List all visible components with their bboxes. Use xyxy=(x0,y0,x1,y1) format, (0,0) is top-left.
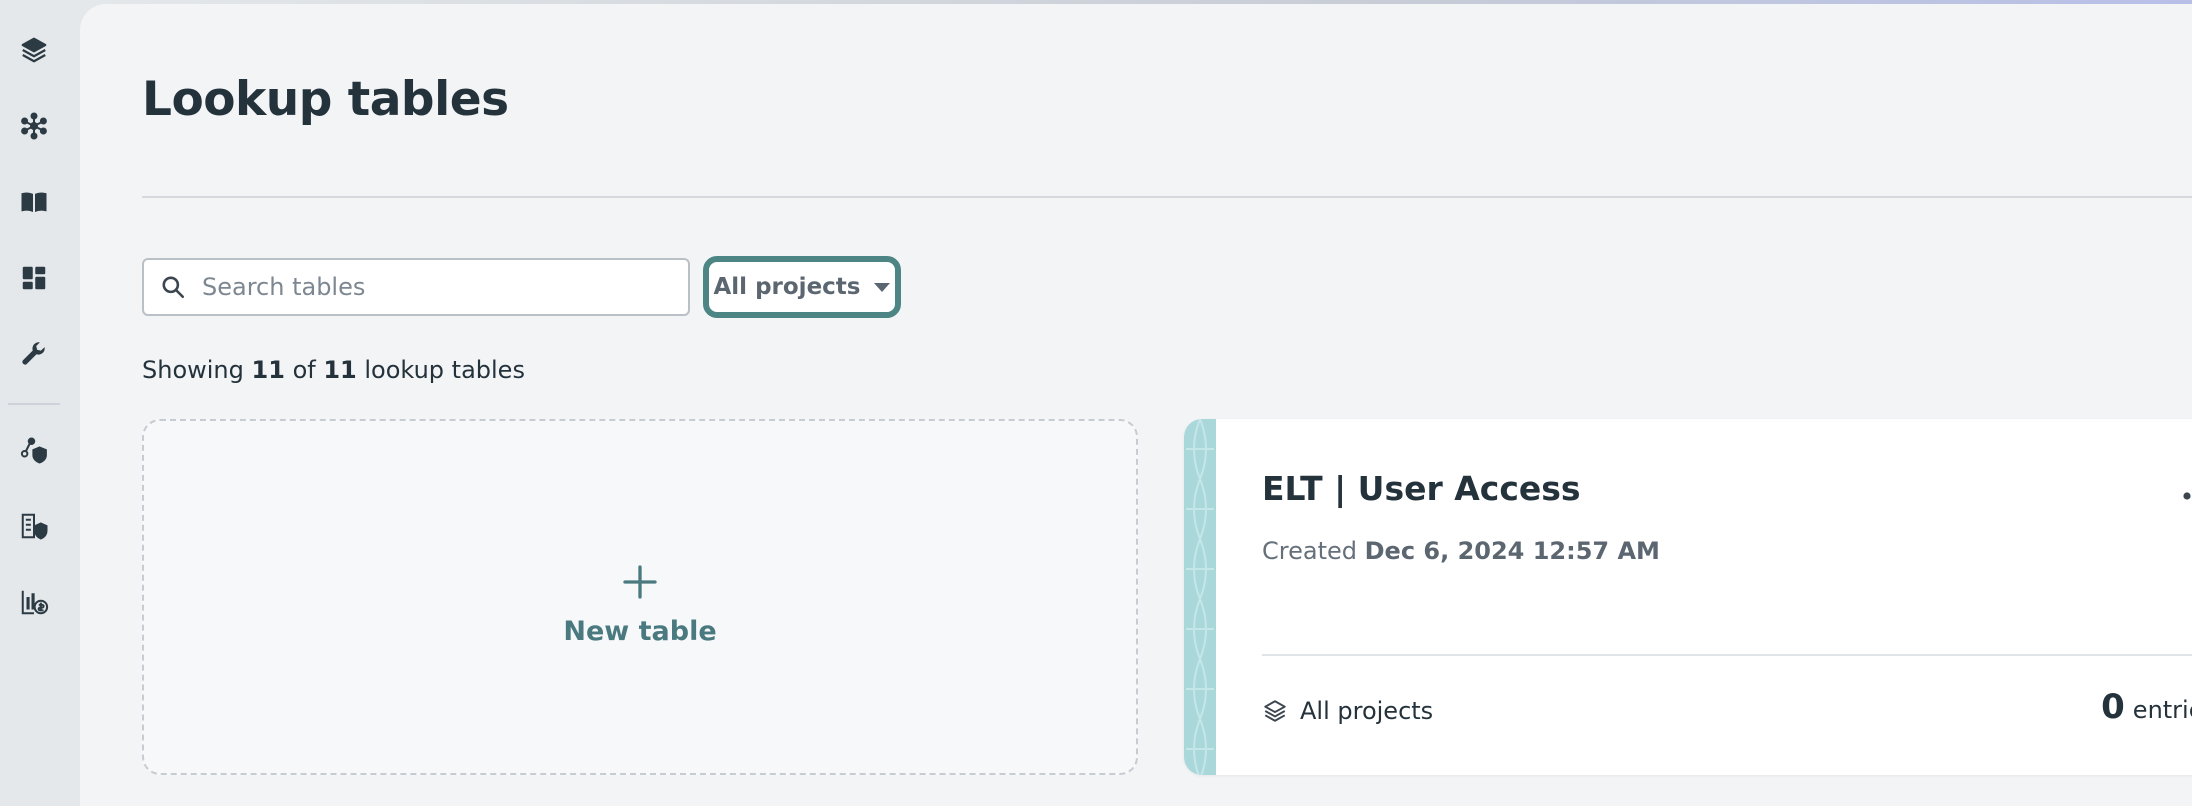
sidebar-item-usage[interactable] xyxy=(14,582,54,622)
card-pattern-stripe xyxy=(1184,419,1216,775)
project-filter-label: All projects xyxy=(713,274,861,300)
results-count-of: of xyxy=(292,356,316,384)
sidebar-divider xyxy=(8,403,60,405)
results-count-prefix: Showing xyxy=(142,356,244,384)
dashboard-icon xyxy=(22,266,46,290)
app-root: Lookup tables All projects Showing 11 of… xyxy=(0,0,2192,806)
results-count-suffix: lookup tables xyxy=(364,356,525,384)
sidebar-item-docs[interactable] xyxy=(14,182,54,222)
billing-icon xyxy=(21,590,49,615)
wrench-icon xyxy=(22,342,45,365)
book-icon xyxy=(21,192,47,212)
search-field[interactable] xyxy=(142,258,690,316)
table-created: Created Dec 6, 2024 12:57 AM xyxy=(1262,537,1660,565)
entries-count: 0 xyxy=(2101,687,2125,727)
layers-icon xyxy=(1264,700,1286,722)
search-icon xyxy=(162,276,185,299)
sidebar-item-environments[interactable] xyxy=(14,430,54,470)
plus-icon xyxy=(623,564,657,599)
table-name: ELT | User Access xyxy=(1262,469,1581,508)
page-title: Lookup tables xyxy=(142,72,509,127)
lookup-table-card[interactable]: ELT | User Access Created Dec 6, 2024 12… xyxy=(1184,419,2192,775)
pattern-decoration-icon xyxy=(1186,419,1214,775)
results-total: 11 xyxy=(323,356,357,384)
results-shown: 11 xyxy=(251,356,285,384)
more-options-button[interactable] xyxy=(2174,481,2192,511)
results-count: Showing 11 of 11 lookup tables xyxy=(142,356,525,384)
new-table-label: New table xyxy=(563,615,717,647)
card-divider xyxy=(1262,654,2192,656)
created-date: Dec 6, 2024 12:57 AM xyxy=(1364,537,1660,565)
sidebar xyxy=(0,0,80,806)
table-project-label: All projects xyxy=(1300,697,1434,725)
layers-icon xyxy=(21,37,47,63)
sidebar-item-projects[interactable] xyxy=(14,30,54,70)
new-table-button[interactable]: New table xyxy=(142,419,1138,775)
network-icon xyxy=(21,112,47,140)
more-horizontal-icon xyxy=(2183,492,2191,500)
shared-shield-icon xyxy=(20,437,47,464)
sidebar-item-workspace-admin[interactable] xyxy=(14,506,54,546)
project-filter-dropdown[interactable]: All projects xyxy=(703,256,901,318)
main-content: Lookup tables All projects Showing 11 of… xyxy=(80,4,2192,806)
chevron-down-icon xyxy=(874,282,891,292)
sidebar-item-tools[interactable] xyxy=(14,334,54,374)
title-divider xyxy=(142,196,2192,198)
sidebar-item-dashboards[interactable] xyxy=(14,258,54,298)
entries-label: entries xyxy=(2132,696,2192,724)
table-project: All projects xyxy=(1262,697,1433,725)
search-input[interactable] xyxy=(200,272,674,302)
table-entries: 0 entries xyxy=(2101,687,2192,727)
sidebar-item-connectors[interactable] xyxy=(14,106,54,146)
building-shield-icon xyxy=(21,513,48,540)
created-prefix: Created xyxy=(1262,537,1357,565)
